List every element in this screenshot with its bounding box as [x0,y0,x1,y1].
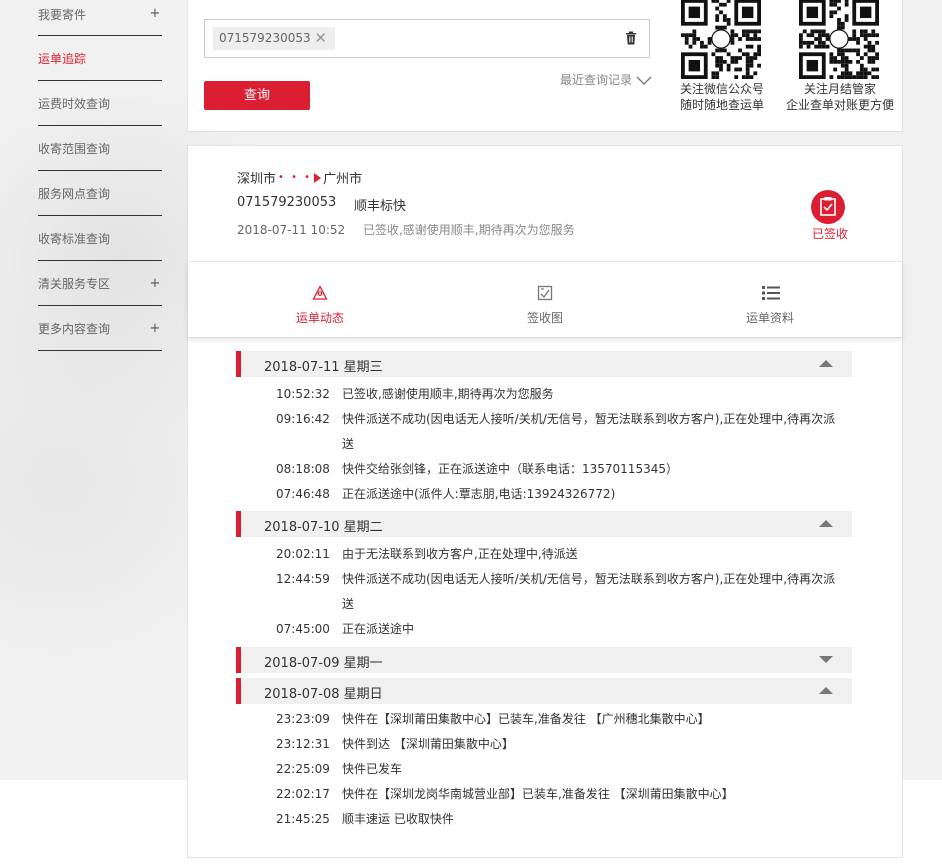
recent-queries-label: 最近查询记录 [560,73,633,87]
query-button[interactable]: 查询 [204,81,310,110]
signed-status-label: 已签收 [812,227,849,241]
signature-image-icon [537,285,553,301]
sidebar-item-label: 收寄标准查询 [38,231,111,246]
sidebar-item-label: 清关服务专区 [38,276,111,291]
list-icon [762,286,780,300]
sidebar-item-freight[interactable]: 运费时效查询 [38,81,162,126]
origin-city: 深圳市 [237,172,277,187]
tab-label: 运单资料 [745,311,794,325]
sidebar-item-label: 更多内容查询 [38,321,111,336]
sidebar-nav: 我要寄件 + 运单追踪 运费时效查询 收寄范围查询 服务网点查询 收寄标准查询 … [38,0,162,351]
tab-waybill-dynamics[interactable]: 运单动态 [260,262,380,339]
tab-signature-image[interactable]: 签收图 [485,262,605,339]
sidebar-item-label: 服务网点查询 [38,186,111,201]
event-time: 10:52:32 [276,387,330,401]
waybill-tag: 071579230053 ✕ [213,27,335,50]
event-time: 09:16:42 [276,412,330,426]
latest-time: 2018-07-11 10:52 [237,223,346,237]
event-message: 正在派送途中(派件人:覃志朋,电话:13924326772) [342,487,616,501]
event-message: 快件派送不成功(因电话无人接听/关机/无信号，暂无法联系到收方客户),正在处理中… [342,412,836,426]
chevron-down-icon [636,76,652,85]
sidebar-item-more[interactable]: 更多内容查询 + [38,306,162,351]
event-message: 快件派送不成功(因电话无人接听/关机/无信号，暂无法联系到收方客户),正在处理中… [342,572,836,586]
result-panel: 深圳市 • • • 广州市 071579230053 顺丰标快 2018-07-… [187,145,903,858]
day-date: 2018-07-10 星期二 [264,520,383,535]
sidebar-item-customs[interactable]: 清关服务专区 + [38,261,162,306]
latest-status: 2018-07-11 10:52 已签收,感谢使用顺丰,期待再次为您服务 [237,221,575,238]
event-time: 22:25:09 [276,762,330,776]
event-message: 快件在【深圳莆田集散中心】已装车,准备发往 【广州穗北集散中心】 [342,712,710,726]
event-time: 21:45:25 [276,812,330,826]
route-dots: • • • [278,172,313,183]
qr2-caption-line2: 企业查单对账更方便 [785,98,894,112]
tab-label: 签收图 [526,311,563,325]
event-time: 20:02:11 [276,547,330,561]
collapse-caret-icon[interactable] [819,520,833,527]
sidebar-item-tracking[interactable]: 运单追踪 [38,36,162,81]
collapse-caret-icon[interactable] [819,687,833,694]
sidebar-item-label: 收寄范围查询 [38,141,111,156]
waybill-number-input[interactable]: 071579230053 ✕ [204,19,650,58]
day-header[interactable]: 2018-07-11 星期三 [236,351,852,377]
expand-plus-icon[interactable]: + [148,6,162,21]
expand-plus-icon[interactable]: + [148,276,162,291]
sidebar-item-outlets[interactable]: 服务网点查询 [38,171,162,216]
event-message: 快件到达 【深圳莆田集散中心】 [342,737,514,751]
day-date: 2018-07-09 星期一 [264,656,383,671]
route-arrow-icon [314,172,322,183]
qr1-caption-line1: 关注微信公众号 [679,82,764,96]
product-type: 顺丰标快 [354,199,407,214]
waybill-tag-number: 071579230053 [219,31,311,45]
sidebar-item-range[interactable]: 收寄范围查询 [38,126,162,171]
event-message: 由于无法联系到收方客户,正在处理中,待派送 [342,547,578,561]
signed-clipboard-icon [811,190,845,224]
event-message: 快件在【深圳龙岗华南城营业部】已装车,准备发往 【深圳莆田集散中心】 [342,787,734,801]
event-time: 23:12:31 [276,737,330,751]
waybill-number: 071579230053 [237,195,337,210]
sidebar-item-label: 我要寄件 [38,8,87,22]
event-time: 12:44:59 [276,572,330,586]
event-message: 正在派送途中 [342,622,415,636]
tab-label: 运单动态 [295,311,344,325]
trash-icon[interactable] [625,31,637,45]
tab-waybill-info[interactable]: 运单资料 [710,262,830,339]
event-message: 顺丰速运 已收取快件 [342,812,454,826]
wechat-qr-code-image [678,0,764,79]
event-message: 快件交给张剑锋，正在派送途中（联系电话：13570115345） [342,462,678,476]
expand-plus-icon[interactable]: + [148,321,162,336]
location-alert-icon [312,285,328,300]
event-message-continued: 送 [342,597,355,611]
qr1-caption: 关注微信公众号 随时随地查运单 [666,81,778,113]
sidebar-item-send[interactable]: 我要寄件 + [38,0,162,36]
close-icon[interactable]: ✕ [314,27,327,50]
qr2-caption-line1: 关注月结管家 [803,82,876,96]
event-time: 07:45:00 [276,622,330,636]
destination-city: 广州市 [323,172,363,187]
qr1-caption-line2: 随时随地查运单 [679,98,764,112]
sidebar-item-standards[interactable]: 收寄标准查询 [38,216,162,261]
event-message: 快件已发车 [342,762,403,776]
day-header[interactable]: 2018-07-09 星期一 [236,647,852,673]
qr2-caption: 关注月结管家 企业查单对账更方便 [778,81,902,113]
day-header[interactable]: 2018-07-08 星期日 [236,678,852,704]
detail-tabs: 运单动态 签收图 运单资料 [188,261,902,338]
collapse-caret-icon[interactable] [819,360,833,367]
event-time: 23:23:09 [276,712,330,726]
expand-caret-icon[interactable] [819,656,833,663]
recent-queries-toggle[interactable]: 最近查询记录 [560,71,652,88]
monthly-qr-code-image [796,0,882,79]
query-panel: 071579230053 ✕ 最近查询记录 查询 关注微信公众号 随时随地查运单… [187,0,903,132]
route-line: 深圳市 • • • 广州市 [237,168,362,187]
latest-description: 已签收,感谢使用顺丰,期待再次为您服务 [362,223,575,237]
day-date: 2018-07-08 星期日 [264,687,383,702]
sidebar-item-label: 运单追踪 [38,51,87,66]
event-message: 已签收,感谢使用顺丰,期待再次为您服务 [342,387,554,401]
day-date: 2018-07-11 星期三 [264,360,383,375]
event-time: 07:46:48 [276,487,330,501]
event-time: 22:02:17 [276,787,330,801]
event-message-continued: 送 [342,437,355,451]
event-time: 08:18:08 [276,462,330,476]
sidebar-item-label: 运费时效查询 [38,96,111,111]
day-header[interactable]: 2018-07-10 星期二 [236,511,852,537]
